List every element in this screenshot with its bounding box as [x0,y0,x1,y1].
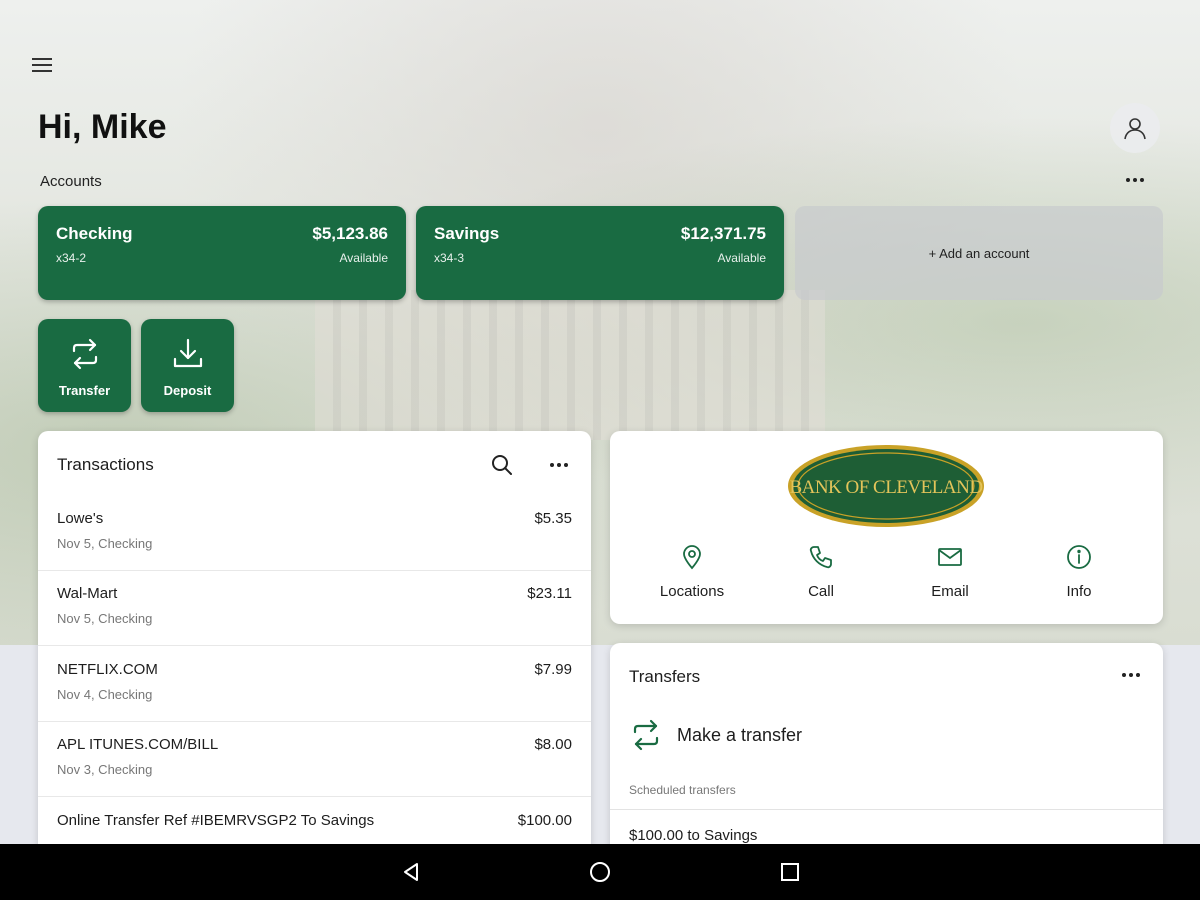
email-link[interactable]: Email [885,543,1015,603]
accounts-label: Accounts [40,173,102,190]
divider [610,809,1163,810]
transaction-description: Online Transfer Ref #IBEMRVSGP2 To Savin… [57,812,375,829]
search-icon[interactable] [486,449,518,481]
transaction-row[interactable]: Wal-Mart Nov 5, Checking $23.11 [38,571,591,646]
transaction-meta: Nov 5, Checking [57,611,153,626]
transaction-row[interactable]: NETFLIX.COM Nov 4, Checking $7.99 [38,647,591,722]
bank-logo: BANK OF CLEVELAND [788,445,984,527]
recents-icon[interactable] [772,856,808,888]
transactions-title: Transactions [57,455,154,474]
transaction-amount: $8.00 [534,736,572,753]
envelope-icon [885,543,1015,571]
transfers-title: Transfers [629,667,701,686]
locations-link[interactable]: Locations [627,543,757,603]
scheduled-transfers-label: Scheduled transfers [629,783,736,797]
transaction-description: APL ITUNES.COM/BILL [57,736,219,753]
transaction-row[interactable]: Lowe's Nov 5, Checking $5.35 [38,496,591,571]
deposit-download-icon [141,337,234,371]
info-circle-icon [1014,543,1144,571]
background-building [315,290,825,440]
transaction-amount: $5.35 [534,510,572,527]
deposit-button[interactable]: Deposit [141,319,234,412]
transaction-description: NETFLIX.COM [57,661,158,678]
add-account-button[interactable]: + Add an account [795,206,1163,300]
bank-info-card: BANK OF CLEVELAND Locations Call Email I… [610,431,1163,624]
account-name: Checking [56,224,133,243]
email-label: Email [931,583,969,600]
transaction-description: Lowe's [57,510,104,527]
call-link[interactable]: Call [756,543,886,603]
deposit-label: Deposit [163,383,212,398]
home-icon[interactable] [582,856,618,888]
call-label: Call [808,583,834,600]
transactions-more-icon[interactable] [543,449,575,481]
transaction-amount: $7.99 [534,661,572,678]
transaction-amount: $100.00 [517,812,572,829]
info-label: Info [1066,583,1092,600]
account-balance: $12,371.75 [680,224,766,243]
account-number: x34-3 [434,251,465,265]
info-link[interactable]: Info [1014,543,1144,603]
account-balance-label: Available [339,251,388,265]
make-transfer-label: Make a transfer [677,724,803,745]
transactions-card: Transactions Lowe's Nov 5, Checking $5.3… [38,431,591,871]
bank-logo-text: BANK OF CLEVELAND [789,477,982,498]
transaction-description: Wal-Mart [57,585,118,602]
transfer-arrows-icon [633,719,659,751]
transfer-label: Transfer [58,383,111,398]
back-icon[interactable] [393,856,429,888]
transfer-button[interactable]: Transfer [38,319,131,412]
account-card-checking[interactable]: Checking x34-2 $5,123.86 Available [38,206,406,300]
hamburger-menu-icon[interactable] [30,54,56,76]
system-navigation-bar [0,844,1200,900]
transfers-more-icon[interactable] [1115,659,1147,691]
accounts-more-icon[interactable] [1120,168,1150,192]
transaction-meta: Nov 3, Checking [57,762,153,777]
transaction-row[interactable]: APL ITUNES.COM/BILL Nov 3, Checking $8.0… [38,722,591,797]
account-balance-label: Available [717,251,766,265]
account-balance: $5,123.86 [312,224,388,243]
phone-icon [756,543,886,571]
account-number: x34-2 [56,251,87,265]
transaction-meta: Nov 4, Checking [57,687,153,702]
account-card-savings[interactable]: Savings x34-3 $12,371.75 Available [416,206,784,300]
transaction-meta: Nov 5, Checking [57,536,153,551]
make-transfer-button[interactable]: Make a transfer [629,715,802,755]
user-profile-icon[interactable] [1110,103,1160,153]
account-name: Savings [434,224,500,243]
scheduled-transfer-item[interactable]: $100.00 to Savings [629,827,757,844]
greeting-title: Hi, Mike [38,108,167,146]
transaction-amount: $23.11 [527,585,572,602]
location-pin-icon [627,543,757,571]
transfer-arrows-icon [38,337,131,371]
locations-label: Locations [659,583,725,600]
